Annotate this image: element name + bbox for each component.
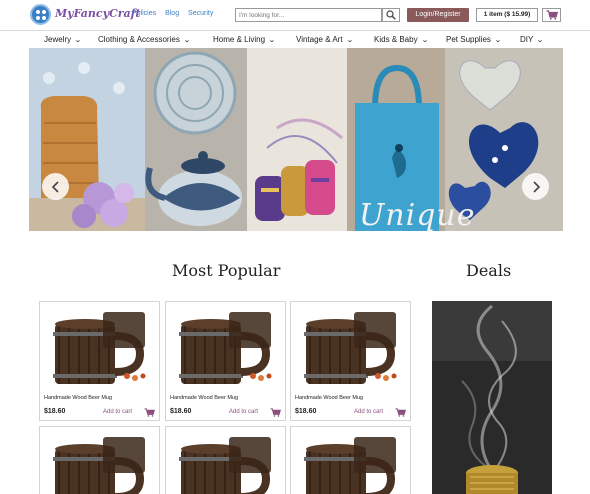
product-card[interactable] — [165, 426, 286, 494]
hero-caption-main: Unique — [359, 198, 476, 231]
product-price: $18.60 — [44, 408, 66, 415]
hero-next-button[interactable] — [522, 173, 549, 200]
product-price: $18.60 — [295, 408, 317, 415]
hero-image-flowers — [29, 48, 145, 231]
most-popular-heading: Most Popular — [172, 261, 281, 280]
hero-banner[interactable]: Unique handmade — [29, 48, 563, 231]
category-home-living[interactable]: Home & Living ⌄ — [213, 35, 276, 44]
category-nav: Jewelry ⌄ Clothing & Accessories ⌄ Home & … — [0, 31, 590, 48]
product-image — [171, 431, 280, 494]
site-header: MyFancyCraft Policies Blog Security Logi… — [0, 0, 590, 31]
logo-icon[interactable] — [30, 4, 51, 25]
nav-link-policies[interactable]: Policies — [132, 10, 156, 17]
hero-image-bracelets — [247, 48, 347, 231]
category-diy[interactable]: DIY ⌄ — [520, 35, 545, 44]
product-price: $18.60 — [170, 408, 192, 415]
hero-prev-button[interactable] — [42, 173, 69, 200]
product-card[interactable]: Handmade Wood Beer Mug $18.60 Add to car… — [39, 301, 160, 421]
product-card[interactable]: Handmade Wood Beer Mug $18.60 Add to car… — [165, 301, 286, 421]
product-card[interactable]: Handmade Wood Beer Mug $18.60 Add to car… — [290, 301, 411, 421]
chevron-right-icon — [532, 180, 540, 193]
deals-image[interactable] — [432, 301, 552, 494]
cart-button[interactable] — [542, 8, 561, 22]
nav-link-blog[interactable]: Blog — [165, 10, 179, 17]
chevron-down-icon: ⌄ — [74, 37, 82, 44]
chevron-down-icon: ⌄ — [268, 37, 276, 44]
search-input[interactable] — [235, 8, 382, 22]
cart-summary[interactable]: 1 item ($ 15.99) — [476, 8, 538, 22]
add-to-cart-link[interactable]: Add to cart — [229, 409, 258, 415]
category-label: Jewelry — [44, 35, 72, 44]
chevron-down-icon: ⌄ — [494, 37, 502, 44]
site-logo[interactable]: MyFancyCraft — [55, 7, 140, 20]
product-card[interactable] — [290, 426, 411, 494]
chevron-down-icon: ⌄ — [536, 37, 545, 44]
add-to-cart-link[interactable]: Add to cart — [103, 409, 132, 415]
search-button[interactable] — [382, 8, 400, 22]
product-name: Handmade Wood Beer Mug — [295, 395, 364, 401]
chevron-down-icon: ⌄ — [420, 37, 429, 44]
product-image — [296, 431, 405, 494]
category-vintage-art[interactable]: Vintage & Art ⌄ — [296, 35, 354, 44]
shopping-cart-icon[interactable] — [395, 408, 406, 417]
product-image — [45, 306, 154, 388]
nav-link-security[interactable]: Security — [188, 10, 213, 17]
top-nav: Policies Blog Security — [132, 10, 220, 17]
product-name: Handmade Wood Beer Mug — [170, 395, 239, 401]
shopping-cart-icon — [546, 10, 558, 20]
category-label: Home & Living — [213, 35, 266, 44]
hero-image-teapot — [145, 48, 247, 231]
add-to-cart-link[interactable]: Add to cart — [354, 409, 383, 415]
product-image — [45, 431, 154, 494]
category-label: Vintage & Art — [296, 35, 343, 44]
product-image — [296, 306, 405, 388]
category-label: Kids & Baby — [374, 35, 418, 44]
search-icon — [386, 10, 396, 20]
product-name: Handmade Wood Beer Mug — [44, 395, 113, 401]
category-clothing-accessories[interactable]: Clothing & Accessories ⌄ — [98, 35, 191, 44]
category-jewelry[interactable]: Jewelry ⌄ — [44, 35, 82, 44]
login-register-button[interactable]: Login/Register — [407, 8, 469, 22]
shopping-cart-icon[interactable] — [144, 408, 155, 417]
chevron-left-icon — [51, 180, 59, 193]
deals-heading: Deals — [466, 261, 512, 280]
category-label: Clothing & Accessories — [98, 35, 180, 44]
shopping-cart-icon[interactable] — [270, 408, 281, 417]
category-kids-baby[interactable]: Kids & Baby ⌄ — [374, 35, 429, 44]
product-image — [171, 306, 280, 388]
category-label: Pet Supplies — [446, 35, 491, 44]
category-pet-supplies[interactable]: Pet Supplies ⌄ — [446, 35, 502, 44]
product-card[interactable] — [39, 426, 160, 494]
category-label: DIY — [520, 35, 534, 44]
chevron-down-icon: ⌄ — [182, 37, 191, 44]
chevron-down-icon: ⌄ — [345, 37, 354, 44]
